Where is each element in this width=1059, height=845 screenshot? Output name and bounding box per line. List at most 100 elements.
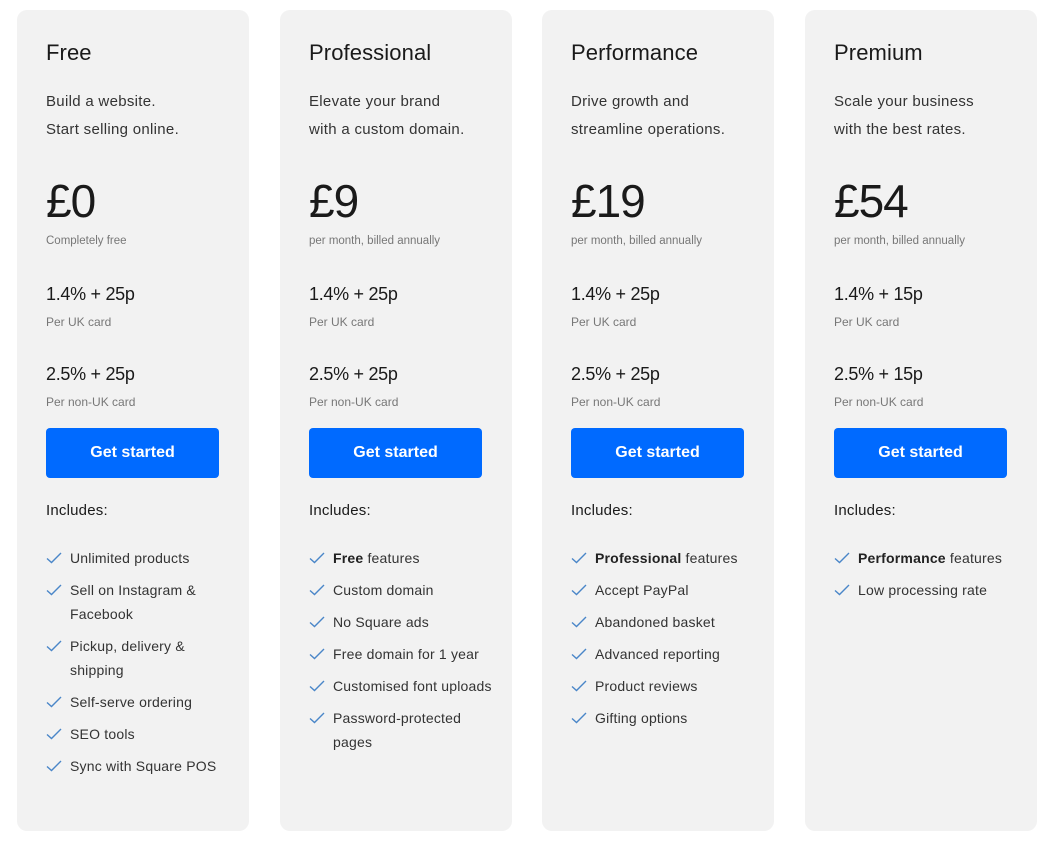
feature-item: Product reviews [571, 674, 761, 698]
feature-emphasis: Professional [595, 550, 682, 566]
non-uk-card-rate-label: Per non-UK card [46, 395, 136, 409]
plan-price-note: Completely free [46, 235, 127, 247]
get-started-button[interactable]: Get started [309, 428, 482, 478]
feature-text: Self-serve ordering [70, 694, 193, 710]
uk-card-rate: 1.4% + 25p [571, 284, 660, 304]
plan-card-performance: Performance Drive growth and streamline … [542, 10, 774, 831]
plan-name: Free [46, 40, 92, 65]
feature-item: Advanced reporting [571, 642, 761, 666]
non-uk-card-rate: 2.5% + 25p [46, 364, 135, 384]
feature-text: Abandoned basket [595, 614, 715, 630]
plan-description-line: Build a website. [46, 93, 156, 110]
non-uk-card-rate-label: Per non-UK card [309, 395, 399, 409]
plan-description: Drive growth and streamline operations. [571, 88, 725, 144]
feature-item: Low processing rate [834, 578, 1024, 602]
plan-description-line: Scale your business [834, 93, 974, 110]
check-icon [309, 712, 325, 724]
feature-text: features [945, 550, 1003, 566]
plan-description-line: streamline operations. [571, 121, 726, 138]
get-started-button[interactable]: Get started [46, 428, 219, 478]
feature-list: Free features Custom domain No Square ads F… [309, 546, 499, 762]
plan-price: £9 [309, 175, 359, 227]
check-icon [571, 552, 587, 564]
feature-item: No Square ads [309, 610, 499, 634]
uk-card-rate: 1.4% + 25p [309, 284, 398, 304]
check-icon [571, 584, 587, 596]
feature-item: Pickup, delivery & shipping [46, 634, 236, 682]
feature-item: Unlimited products [46, 546, 236, 570]
check-icon [309, 552, 325, 564]
feature-text: Free domain for 1 year [333, 646, 480, 662]
uk-card-rate-label: Per UK card [571, 315, 637, 329]
non-uk-card-rate: 2.5% + 25p [571, 364, 660, 384]
feature-emphasis: Performance [858, 550, 946, 566]
uk-card-rate-label: Per UK card [834, 315, 900, 329]
feature-text: Accept PayPal [595, 582, 689, 598]
feature-item: Sell on Instagram & Facebook [46, 578, 236, 626]
feature-item: Professional features [571, 546, 761, 570]
feature-text: SEO tools [70, 726, 135, 742]
check-icon [834, 584, 850, 596]
get-started-button[interactable]: Get started [571, 428, 744, 478]
uk-card-rate: 1.4% + 15p [834, 284, 923, 304]
feature-text: Sell on Instagram & Facebook [70, 582, 196, 622]
feature-list: Unlimited products Sell on Instagram & Fa… [46, 546, 236, 786]
feature-emphasis: Free [333, 550, 364, 566]
feature-text: Low processing rate [858, 582, 988, 598]
non-uk-card-rate-label: Per non-UK card [834, 395, 924, 409]
feature-item: Custom domain [309, 578, 499, 602]
includes-heading: Includes: [571, 502, 633, 519]
plan-description-line: Elevate your brand [309, 93, 441, 110]
feature-text: Gifting options [595, 710, 688, 726]
feature-item: Customised font uploads [309, 674, 499, 698]
plan-card-professional: Professional Elevate your brand with a c… [280, 10, 512, 831]
plan-description: Elevate your brand with a custom domain. [309, 88, 465, 144]
includes-heading: Includes: [46, 502, 108, 519]
feature-text: Custom domain [333, 582, 434, 598]
plan-name: Performance [571, 40, 699, 65]
get-started-button[interactable]: Get started [834, 428, 1007, 478]
plan-price-note: per month, billed annually [834, 235, 966, 247]
plan-description-line: Start selling online. [46, 121, 180, 138]
non-uk-card-rate: 2.5% + 25p [309, 364, 398, 384]
feature-item: Password-protected pages [309, 706, 499, 754]
feature-list: Professional features Accept PayPal Abando… [571, 546, 761, 738]
check-icon [571, 680, 587, 692]
feature-item: Self-serve ordering [46, 690, 236, 714]
feature-item: Free domain for 1 year [309, 642, 499, 666]
non-uk-card-rate-label: Per non-UK card [571, 395, 661, 409]
check-icon [46, 728, 62, 740]
includes-heading: Includes: [309, 502, 371, 519]
plan-price: £19 [571, 175, 646, 227]
plan-name: Professional [309, 40, 432, 65]
feature-item: Sync with Square POS [46, 754, 236, 778]
plan-description-line: Drive growth and [571, 93, 690, 110]
feature-text: Sync with Square POS [70, 758, 217, 774]
plan-price: £0 [46, 175, 96, 227]
check-icon [46, 760, 62, 772]
uk-card-rate-label: Per UK card [309, 315, 375, 329]
uk-card-rate-label: Per UK card [46, 315, 112, 329]
plan-card-free: Free Build a website. Start selling onli… [17, 10, 249, 831]
check-icon [46, 584, 62, 596]
plan-name: Premium [834, 40, 923, 65]
feature-list: Performance features Low processing rate [834, 546, 1024, 610]
plan-card-premium: Premium Scale your business with the bes… [805, 10, 1037, 831]
non-uk-card-rate: 2.5% + 15p [834, 364, 923, 384]
feature-text: Customised font uploads [333, 678, 492, 694]
check-icon [309, 648, 325, 660]
plan-price-note: per month, billed annually [309, 235, 441, 247]
plan-price: £54 [834, 175, 909, 227]
includes-heading: Includes: [834, 502, 896, 519]
plan-description-line: with a custom domain. [309, 121, 465, 138]
feature-text: Pickup, delivery & shipping [70, 638, 185, 678]
feature-item: Gifting options [571, 706, 761, 730]
check-icon [571, 616, 587, 628]
check-icon [46, 552, 62, 564]
check-icon [46, 640, 62, 652]
feature-text: features [363, 550, 420, 566]
feature-item: Accept PayPal [571, 578, 761, 602]
check-icon [571, 712, 587, 724]
feature-text: Product reviews [595, 678, 698, 694]
feature-text: Unlimited products [70, 550, 190, 566]
